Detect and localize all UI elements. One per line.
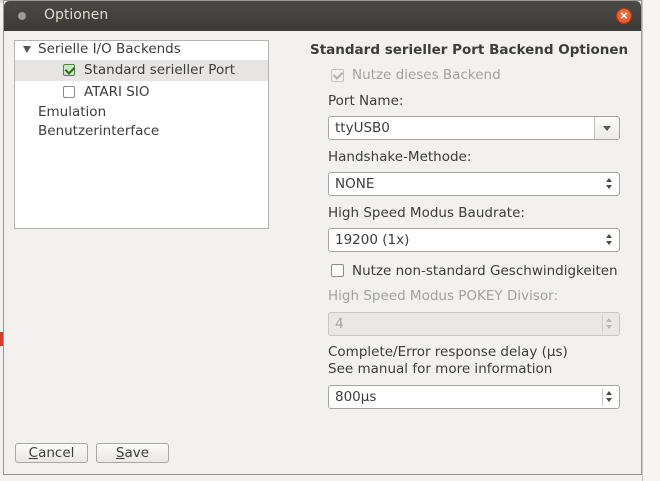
options-tree[interactable]: Serielle I/O Backends Standard serieller… — [14, 40, 269, 229]
handshake-select[interactable]: NONE — [328, 172, 620, 196]
updown-arrows-icon — [606, 178, 614, 190]
close-button[interactable]: × — [616, 8, 632, 24]
save-button[interactable]: Save — [96, 443, 169, 463]
panel-title: Standard serieller Port Backend Optionen — [310, 42, 629, 58]
tree-item-emulation[interactable]: Emulation — [15, 102, 268, 123]
spin-arrows-icon[interactable] — [606, 318, 614, 330]
cancel-mnemonic: C — [28, 445, 39, 461]
spin-divider — [602, 315, 603, 333]
tree-item-checkbox[interactable] — [63, 64, 75, 76]
delay-spinbox[interactable]: 800µs — [328, 385, 620, 409]
tree-item-label: Serielle I/O Backends — [38, 41, 181, 57]
port-name-combo[interactable]: ttyUSB0 — [328, 116, 620, 140]
cancel-label: ancel — [38, 445, 75, 461]
expand-arrow-icon[interactable] — [23, 46, 31, 53]
nonstandard-speed-label: Nutze non-standard Geschwindigkeiten — [352, 263, 618, 279]
tree-item-label: Standard serieller Port — [84, 62, 236, 78]
use-backend-checkbox[interactable] — [331, 69, 344, 82]
nonstandard-speed-checkbox[interactable] — [331, 264, 344, 277]
cancel-button[interactable]: Cancel — [15, 443, 88, 463]
baudrate-label: High Speed Modus Baudrate: — [328, 205, 525, 221]
titlebar: Optionen × — [4, 1, 641, 31]
tree-item-label: Benutzerinterface — [38, 123, 160, 139]
window-menu-icon[interactable] — [18, 12, 26, 20]
tree-item-atari-sio[interactable]: ATARI SIO — [15, 82, 268, 103]
updown-arrows-icon — [606, 234, 614, 246]
tree-item-standard-port[interactable]: Standard serieller Port — [15, 60, 268, 81]
options-dialog: Optionen × Serielle I/O Backends Standar… — [3, 0, 642, 475]
port-name-label: Port Name: — [328, 93, 404, 109]
handshake-label: Handshake-Methode: — [328, 149, 472, 165]
save-mnemonic: S — [115, 445, 125, 461]
close-icon: × — [619, 9, 629, 22]
delay-value: 800µs — [335, 389, 377, 405]
port-name-value: ttyUSB0 — [335, 120, 390, 136]
baudrate-select[interactable]: 19200 (1x) — [328, 228, 620, 252]
background-window-edge — [642, 0, 660, 481]
delay-label-line2: See manual for more information — [328, 361, 553, 377]
use-backend-label: Nutze dieses Backend — [352, 67, 501, 83]
tree-item-checkbox[interactable] — [63, 86, 75, 98]
pokey-divisor-spinbox[interactable]: 4 — [328, 312, 620, 336]
delay-label-line1: Complete/Error response delay (µs) — [328, 344, 568, 360]
tree-item-label: ATARI SIO — [84, 84, 150, 100]
tree-item-serial-backends[interactable]: Serielle I/O Backends — [15, 39, 268, 60]
chevron-down-icon[interactable] — [594, 117, 619, 139]
handshake-value: NONE — [335, 176, 375, 192]
baudrate-value: 19200 (1x) — [335, 232, 410, 248]
tree-item-label: Emulation — [38, 104, 107, 120]
tree-item-user-interface[interactable]: Benutzerinterface — [15, 121, 268, 142]
spin-divider — [602, 388, 603, 406]
spin-arrows-icon[interactable] — [606, 391, 614, 403]
window-title: Optionen — [44, 7, 109, 23]
pokey-divisor-label: High Speed Modus POKEY Divisor: — [328, 288, 559, 304]
save-label: ave — [124, 445, 150, 461]
pokey-divisor-value: 4 — [335, 316, 344, 332]
